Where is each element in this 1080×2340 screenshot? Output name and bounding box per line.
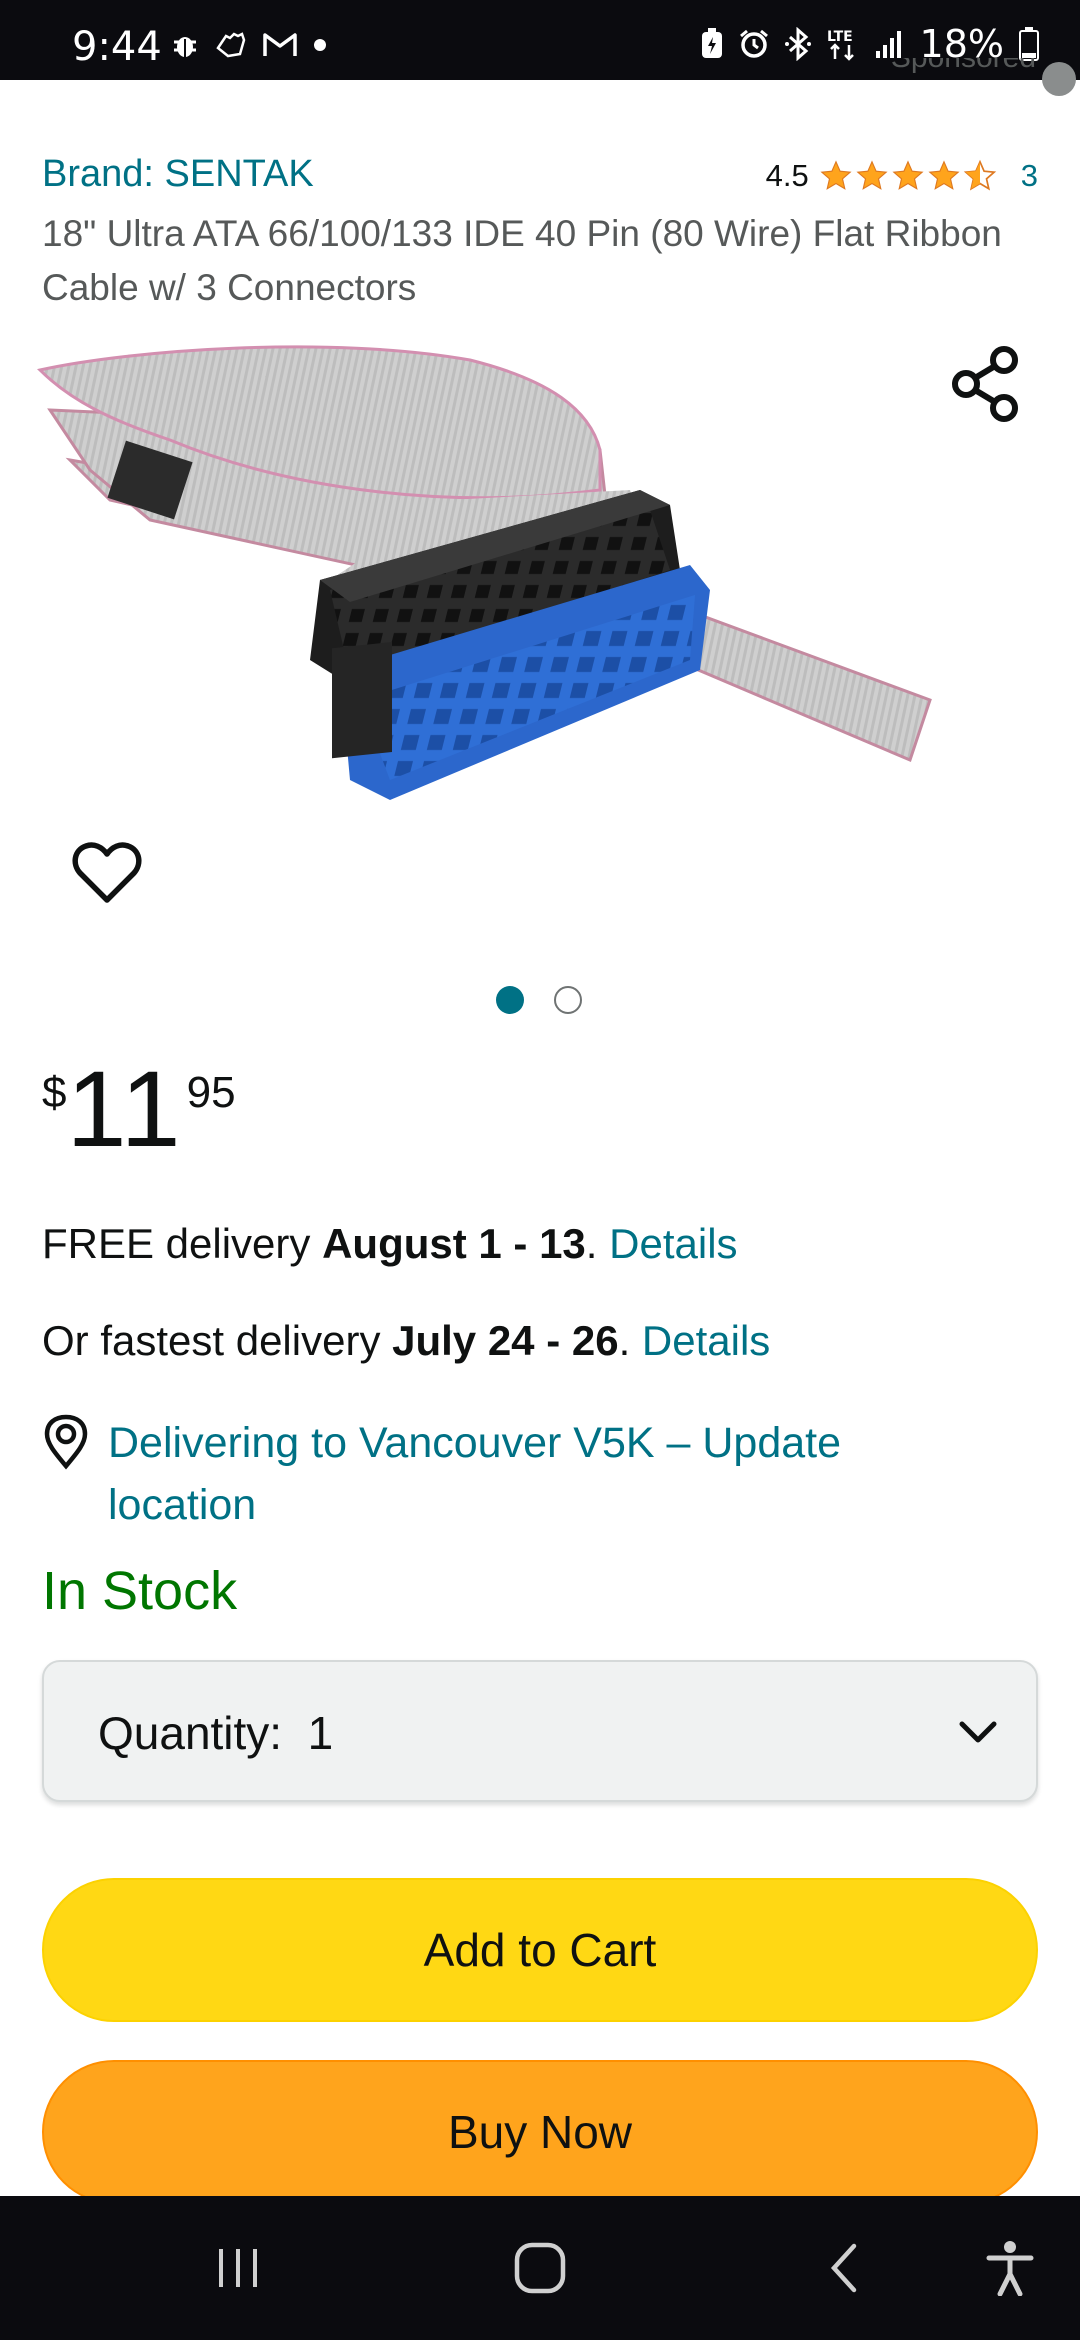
star-full-icon (928, 160, 960, 190)
star-full-icon (820, 160, 852, 190)
image-pagination (496, 986, 582, 1014)
back-icon (830, 2243, 857, 2293)
location-link[interactable]: Delivering to Vancouver V5K – Update loc… (108, 1412, 968, 1536)
home-button[interactable] (470, 2196, 610, 2340)
sponsored-label: Sponsored (891, 58, 1036, 88)
navigation-bar (0, 2196, 1080, 2340)
star-full-icon (892, 160, 924, 190)
accessibility-button[interactable] (940, 2196, 1080, 2340)
price-fraction: 95 (186, 1068, 236, 1117)
rating-value: 4.5 (765, 158, 809, 193)
free-delivery-suffix: . (585, 1220, 610, 1267)
fastest-delivery-details-link[interactable]: Details (642, 1317, 770, 1364)
back-button[interactable] (774, 2196, 914, 2340)
free-delivery-line: FREE delivery August 1 - 13. Details (42, 1220, 738, 1268)
share-icon[interactable] (952, 346, 1022, 422)
gmail-icon (263, 33, 297, 56)
home-icon (514, 2242, 566, 2294)
chevron-down-icon (959, 1721, 997, 1743)
lte-icon: LTE (827, 29, 854, 61)
recents-button[interactable] (168, 2196, 308, 2340)
free-delivery-details-link[interactable]: Details (609, 1220, 737, 1267)
quantity-label: Quantity: 1 (98, 1706, 333, 1760)
battery-saver-icon (701, 28, 722, 58)
buy-now-button[interactable]: Buy Now (42, 2060, 1038, 2204)
stock-status: In Stock (42, 1561, 238, 1621)
bluetooth-icon (784, 27, 811, 61)
price-whole: 11 (66, 1048, 183, 1169)
pagination-dot[interactable] (554, 986, 582, 1014)
accessibility-icon (986, 2241, 1034, 2296)
hand-icon (216, 32, 246, 58)
status-left-icons (170, 30, 328, 60)
price: $ 11 95 (42, 1054, 236, 1164)
quantity-value: 1 (307, 1707, 334, 1759)
svg-text:LTE: LTE (827, 29, 853, 45)
rating-summary[interactable]: 4.5 3 (766, 158, 1038, 194)
brand-link[interactable]: Brand: SENTAK (42, 153, 314, 196)
pagination-dot-active[interactable] (496, 986, 524, 1014)
fastest-delivery-line: Or fastest delivery July 24 - 26. Detail… (42, 1317, 770, 1365)
heart-icon[interactable] (72, 842, 142, 906)
fastest-delivery-suffix: . (618, 1317, 642, 1364)
info-icon[interactable] (1042, 62, 1076, 96)
product-title: 18" Ultra ATA 66/100/133 IDE 40 Pin (80 … (42, 213, 1002, 308)
status-time: 9:44 (72, 24, 162, 70)
signal-icon (875, 31, 901, 58)
fastest-delivery-prefix: Or fastest delivery (42, 1317, 393, 1364)
add-to-cart-button[interactable]: Add to Cart (42, 1878, 1038, 2022)
location-pin-icon (44, 1414, 88, 1470)
delivery-location[interactable]: Delivering to Vancouver V5K – Update loc… (42, 1412, 968, 1536)
fastest-delivery-dates: July 24 - 26 (392, 1317, 619, 1364)
dot-icon (314, 39, 326, 51)
quantity-label-text: Quantity: (98, 1707, 283, 1759)
price-symbol: $ (42, 1068, 67, 1117)
free-delivery-dates: August 1 - 13 (322, 1220, 586, 1267)
rating-count: 3 (1020, 158, 1038, 193)
bug-icon (174, 37, 196, 57)
star-rating (819, 159, 997, 193)
star-half-icon (963, 159, 996, 191)
recents-icon (219, 2249, 257, 2287)
battery-icon (1019, 27, 1039, 61)
product-image[interactable] (30, 340, 1050, 920)
quantity-select[interactable]: Quantity: 1 (42, 1660, 1038, 1802)
star-full-icon (856, 160, 888, 190)
free-delivery-prefix: FREE delivery (42, 1220, 323, 1267)
alarm-icon (739, 29, 768, 58)
